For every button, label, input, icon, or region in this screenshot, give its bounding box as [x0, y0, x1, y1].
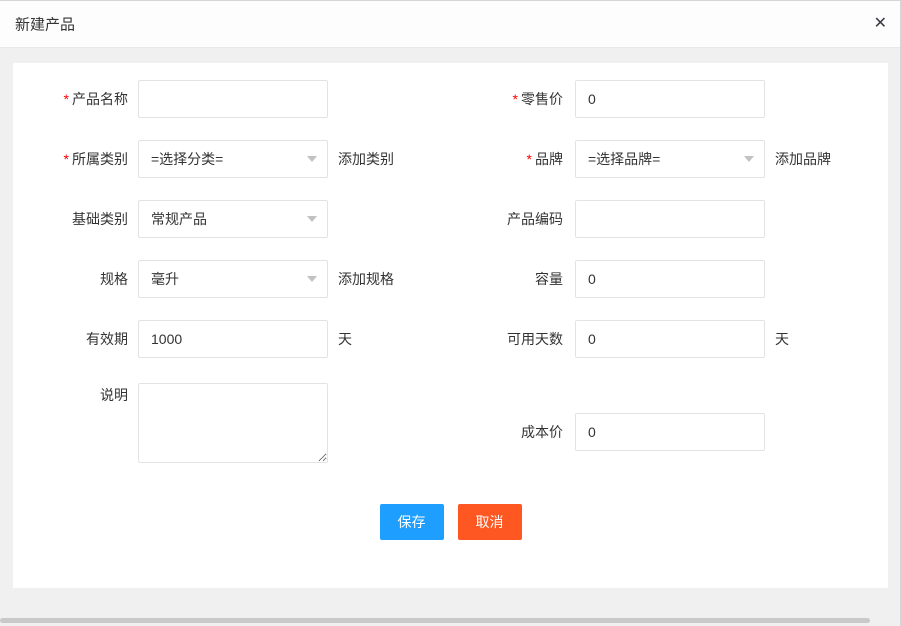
form-column-right: *零售价 *品牌 =选择品牌= 添加品牌 产品编码 容量 可用天数 天 成本价 [460, 69, 888, 462]
validity-unit: 天 [338, 329, 352, 349]
spec-select-value: 毫升 [151, 269, 179, 289]
category-select-value: =选择分类= [151, 149, 223, 169]
form-row-product-code: 产品编码 [460, 189, 888, 249]
base-type-label: 基础类别 [13, 209, 128, 229]
required-asterisk: * [64, 151, 69, 167]
usable-days-input[interactable] [575, 320, 765, 358]
dialog-header: 新建产品 ✕ [0, 1, 900, 48]
button-row: 保存 取消 [13, 504, 888, 540]
label-text: 规格 [100, 271, 128, 287]
spec-label: 规格 [13, 269, 128, 289]
dialog-title: 新建产品 [15, 14, 75, 35]
label-text: 基础类别 [72, 211, 128, 227]
add-spec-link[interactable]: 添加规格 [338, 269, 394, 289]
required-asterisk: * [513, 91, 518, 107]
usable-days-label: 可用天数 [460, 329, 563, 349]
category-label: *所属类别 [13, 149, 128, 169]
dropdown-arrow-icon [307, 276, 317, 282]
base-type-select[interactable]: 常规产品 [138, 200, 328, 238]
form-row-cost-price: 成本价 [460, 402, 888, 462]
label-text: 有效期 [86, 331, 128, 347]
product-name-label: *产品名称 [13, 89, 128, 109]
label-text: 可用天数 [507, 331, 563, 347]
form-row-retail-price: *零售价 [460, 69, 888, 129]
usable-days-unit: 天 [775, 329, 789, 349]
label-text: 品牌 [535, 151, 563, 167]
close-icon[interactable]: ✕ [874, 16, 887, 32]
form-row-spec: 规格 毫升 添加规格 [13, 249, 448, 309]
cancel-button[interactable]: 取消 [458, 504, 522, 540]
product-name-input[interactable] [138, 80, 328, 118]
save-button[interactable]: 保存 [380, 504, 444, 540]
form-row-base-type: 基础类别 常规产品 [13, 189, 448, 249]
form-row-usable-days: 可用天数 天 [460, 309, 888, 369]
form-row-description: 说明 [13, 369, 448, 463]
brand-select[interactable]: =选择品牌= [575, 140, 765, 178]
category-select[interactable]: =选择分类= [138, 140, 328, 178]
dialog-body: *产品名称 *所属类别 =选择分类= 添加类别 基础类别 常规产品 规格 毫升 [13, 63, 888, 588]
spec-select[interactable]: 毫升 [138, 260, 328, 298]
description-textarea[interactable] [138, 383, 328, 463]
product-code-label: 产品编码 [460, 209, 563, 229]
add-brand-link[interactable]: 添加品牌 [775, 149, 831, 169]
label-text: 容量 [535, 271, 563, 287]
cost-price-label: 成本价 [460, 422, 563, 442]
form-row-brand: *品牌 =选择品牌= 添加品牌 [460, 129, 888, 189]
brand-label: *品牌 [460, 149, 563, 169]
product-code-input[interactable] [575, 200, 765, 238]
base-type-select-value: 常规产品 [151, 209, 207, 229]
label-text: 成本价 [521, 424, 563, 440]
horizontal-scrollbar[interactable] [0, 618, 870, 623]
capacity-label: 容量 [460, 269, 563, 289]
retail-price-label: *零售价 [460, 89, 563, 109]
form-row-category: *所属类别 =选择分类= 添加类别 [13, 129, 448, 189]
capacity-input[interactable] [575, 260, 765, 298]
add-category-link[interactable]: 添加类别 [338, 149, 394, 169]
brand-select-value: =选择品牌= [588, 149, 660, 169]
dropdown-arrow-icon [307, 156, 317, 162]
label-text: 所属类别 [72, 151, 128, 167]
required-asterisk: * [64, 91, 69, 107]
retail-price-input[interactable] [575, 80, 765, 118]
dropdown-arrow-icon [307, 216, 317, 222]
cost-price-input[interactable] [575, 413, 765, 451]
label-text: 产品编码 [507, 211, 563, 227]
form-column-left: *产品名称 *所属类别 =选择分类= 添加类别 基础类别 常规产品 规格 毫升 [13, 69, 448, 463]
label-text: 说明 [100, 387, 128, 403]
form-row-product-name: *产品名称 [13, 69, 448, 129]
dropdown-arrow-icon [744, 156, 754, 162]
form-row-validity: 有效期 天 [13, 309, 448, 369]
label-text: 产品名称 [72, 91, 128, 107]
validity-label: 有效期 [13, 329, 128, 349]
validity-input[interactable] [138, 320, 328, 358]
description-label: 说明 [13, 369, 128, 405]
label-text: 零售价 [521, 91, 563, 107]
form-row-capacity: 容量 [460, 249, 888, 309]
required-asterisk: * [527, 151, 532, 167]
